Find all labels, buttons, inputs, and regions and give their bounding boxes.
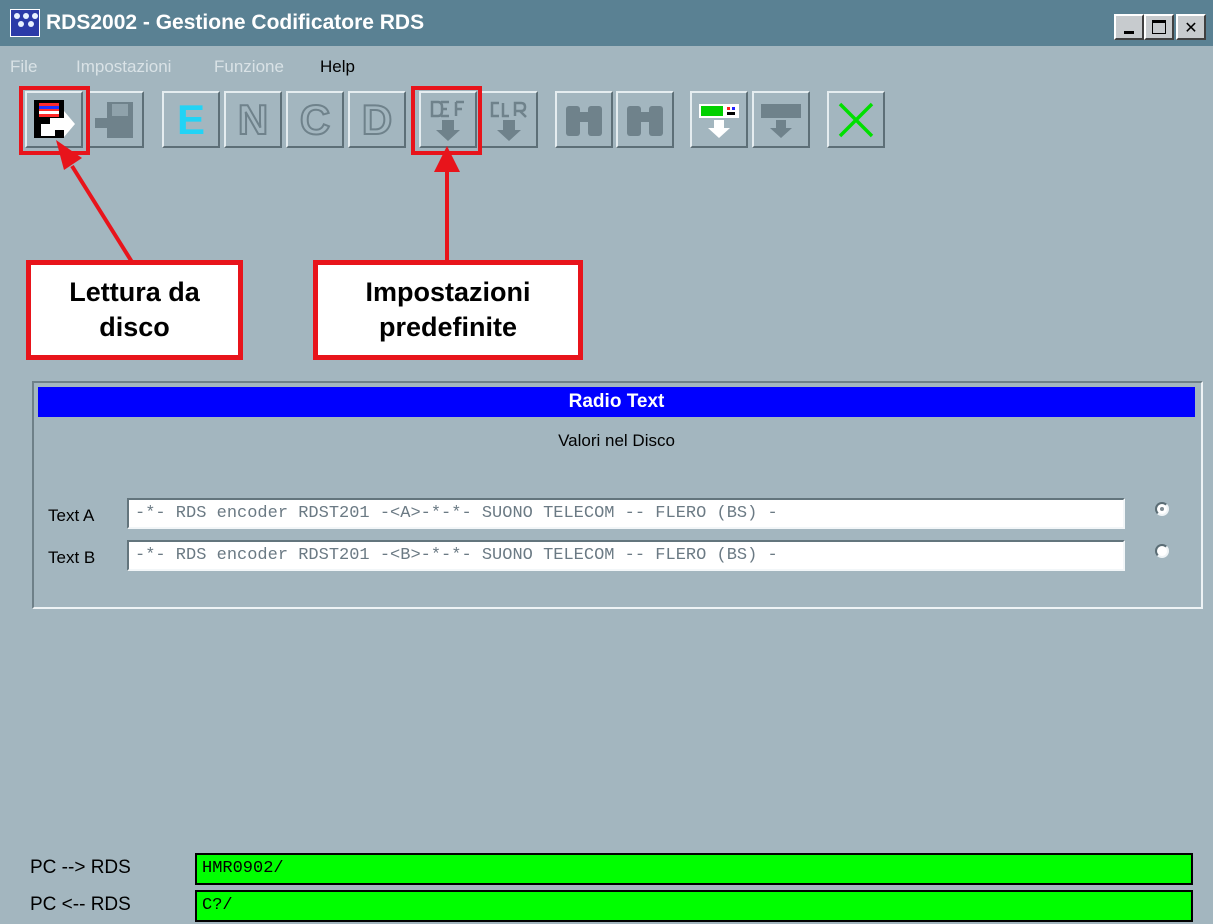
callout-defaults-line2: predefinite	[378, 312, 517, 342]
callout-read-disk: Lettura da disco	[26, 260, 243, 360]
text-a-label: Text A	[48, 506, 95, 525]
text-b-label: Text B	[48, 548, 96, 567]
pc-to-rds-label: PC --> RDS	[30, 857, 131, 878]
text-a-field[interactable]: -*- RDS encoder RDST201 -<A>-*-*- SUONO …	[127, 498, 1125, 529]
callout-defaults: Impostazioni predefinite	[313, 260, 583, 360]
text-b-radio[interactable]	[1155, 544, 1169, 558]
callout-read-disk-line1: Lettura da	[69, 277, 200, 307]
radio-text-header: Radio Text	[38, 387, 1195, 417]
callout-defaults-line1: Impostazioni	[365, 277, 531, 307]
pc-to-rds-field: HMR0902/	[195, 853, 1193, 885]
text-a-radio[interactable]	[1155, 502, 1169, 516]
text-b-field[interactable]: -*- RDS encoder RDST201 -<B>-*-*- SUONO …	[127, 540, 1125, 571]
rds-to-pc-field: C?/	[195, 890, 1193, 922]
radio-text-subtitle: Valori nel Disco	[558, 431, 675, 450]
callout-read-disk-line2: disco	[99, 312, 170, 342]
rds-to-pc-label: PC <-- RDS	[30, 894, 131, 915]
